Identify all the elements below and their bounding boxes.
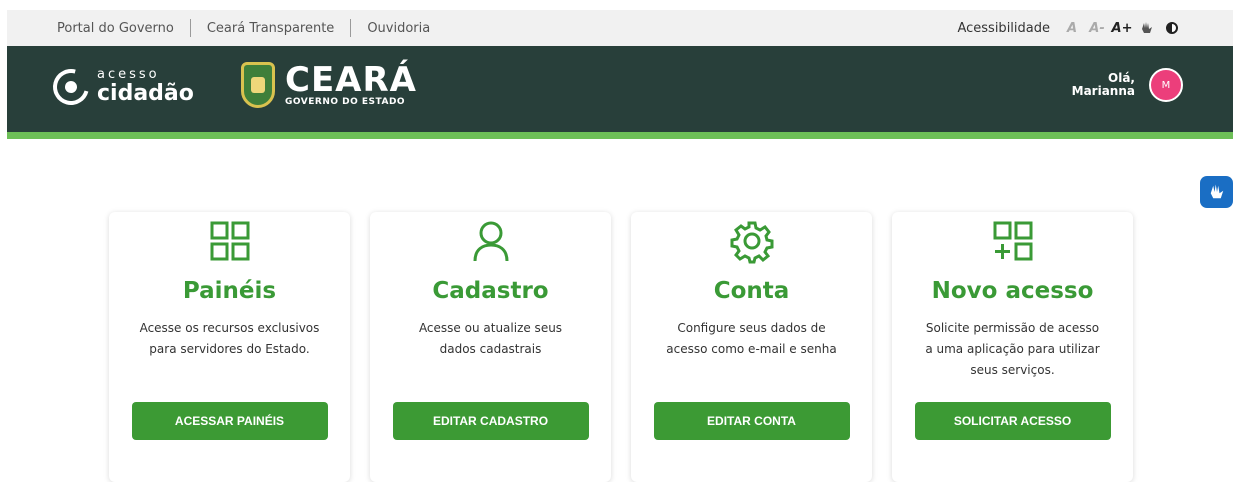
editar-cadastro-button[interactable]: EDITAR CADASTRO bbox=[392, 402, 589, 440]
card-novo-acesso: Novo acesso Solicite permissão de acesso… bbox=[892, 212, 1133, 482]
state-name: CEARÁ bbox=[285, 60, 417, 100]
acessar-paineis-button[interactable]: ACESSAR PAINÉIS bbox=[131, 402, 328, 440]
header-accent-line bbox=[7, 132, 1233, 139]
state-crest-icon bbox=[241, 62, 275, 108]
site-header: acesso cidadão CEARÁ GOVERNO DO ESTADO O… bbox=[7, 46, 1233, 132]
user-greeting: Olá, Marianna bbox=[1071, 71, 1135, 98]
acesso-cidadao-logo[interactable]: acesso cidadão bbox=[46, 61, 194, 112]
sign-language-icon[interactable] bbox=[1136, 17, 1158, 39]
grid-icon bbox=[210, 221, 249, 261]
gear-icon bbox=[730, 221, 773, 264]
editar-conta-button[interactable]: EDITAR CONTA bbox=[653, 402, 850, 440]
contrast-icon bbox=[1166, 22, 1178, 34]
avatar[interactable]: M bbox=[1149, 68, 1183, 102]
logo-small-text: acesso bbox=[97, 67, 160, 82]
vlibras-icon[interactable] bbox=[1200, 176, 1233, 208]
contrast-toggle-button[interactable] bbox=[1161, 17, 1183, 39]
font-increase-button[interactable]: A+ bbox=[1111, 17, 1133, 39]
card-title: Novo acesso bbox=[931, 278, 1094, 304]
grid-plus-icon bbox=[993, 221, 1032, 261]
gov-links: Portal do Governo Ceará Transparente Ouv… bbox=[57, 19, 430, 37]
logo-circle-icon bbox=[46, 61, 96, 112]
service-cards: Painéis Acesse os recursos exclusivos pa… bbox=[109, 212, 1133, 482]
card-paineis: Painéis Acesse os recursos exclusivos pa… bbox=[109, 212, 350, 482]
link-ceara-transparente[interactable]: Ceará Transparente bbox=[207, 21, 334, 36]
divider bbox=[189, 19, 191, 37]
card-cadastro: Cadastro Acesse ou atualize seus dados c… bbox=[370, 212, 611, 482]
card-description: Configure seus dados de acesso como e-ma… bbox=[666, 321, 837, 356]
accessibility-controls: Acessibilidade A A- A+ bbox=[957, 17, 1183, 39]
accessibility-label: Acessibilidade bbox=[957, 20, 1050, 36]
card-title: Painéis bbox=[182, 278, 277, 304]
card-conta: Conta Configure seus dados de acesso com… bbox=[631, 212, 872, 482]
user-icon bbox=[473, 221, 508, 262]
logo-big-text: cidadão bbox=[97, 81, 194, 106]
ceara-government-logo[interactable]: CEARÁ GOVERNO DO ESTADO bbox=[241, 62, 417, 108]
state-subtitle: GOVERNO DO ESTADO bbox=[285, 97, 406, 107]
user-menu[interactable]: Olá, Marianna M bbox=[1072, 68, 1183, 102]
divider bbox=[350, 19, 352, 37]
user-name: Marianna bbox=[1071, 84, 1135, 98]
card-description: Acesse ou atualize seus dados cadastrais bbox=[418, 321, 563, 356]
card-title: Conta bbox=[713, 278, 790, 304]
solicitar-acesso-button[interactable]: SOLICITAR ACESSO bbox=[914, 402, 1111, 440]
card-description: Acesse os recursos exclusivos para servi… bbox=[139, 321, 320, 356]
utility-bar: Portal do Governo Ceará Transparente Ouv… bbox=[0, 0, 1237, 46]
link-portal-governo[interactable]: Portal do Governo bbox=[57, 21, 174, 36]
link-ouvidoria[interactable]: Ouvidoria bbox=[367, 21, 430, 36]
utility-bar-inner: Portal do Governo Ceará Transparente Ouv… bbox=[7, 10, 1233, 46]
font-decrease-button[interactable]: A- bbox=[1086, 17, 1108, 39]
card-description: Solicite permissão de acesso a uma aplic… bbox=[925, 321, 1100, 377]
font-normal-button[interactable]: A bbox=[1061, 17, 1083, 39]
card-title: Cadastro bbox=[432, 278, 549, 304]
